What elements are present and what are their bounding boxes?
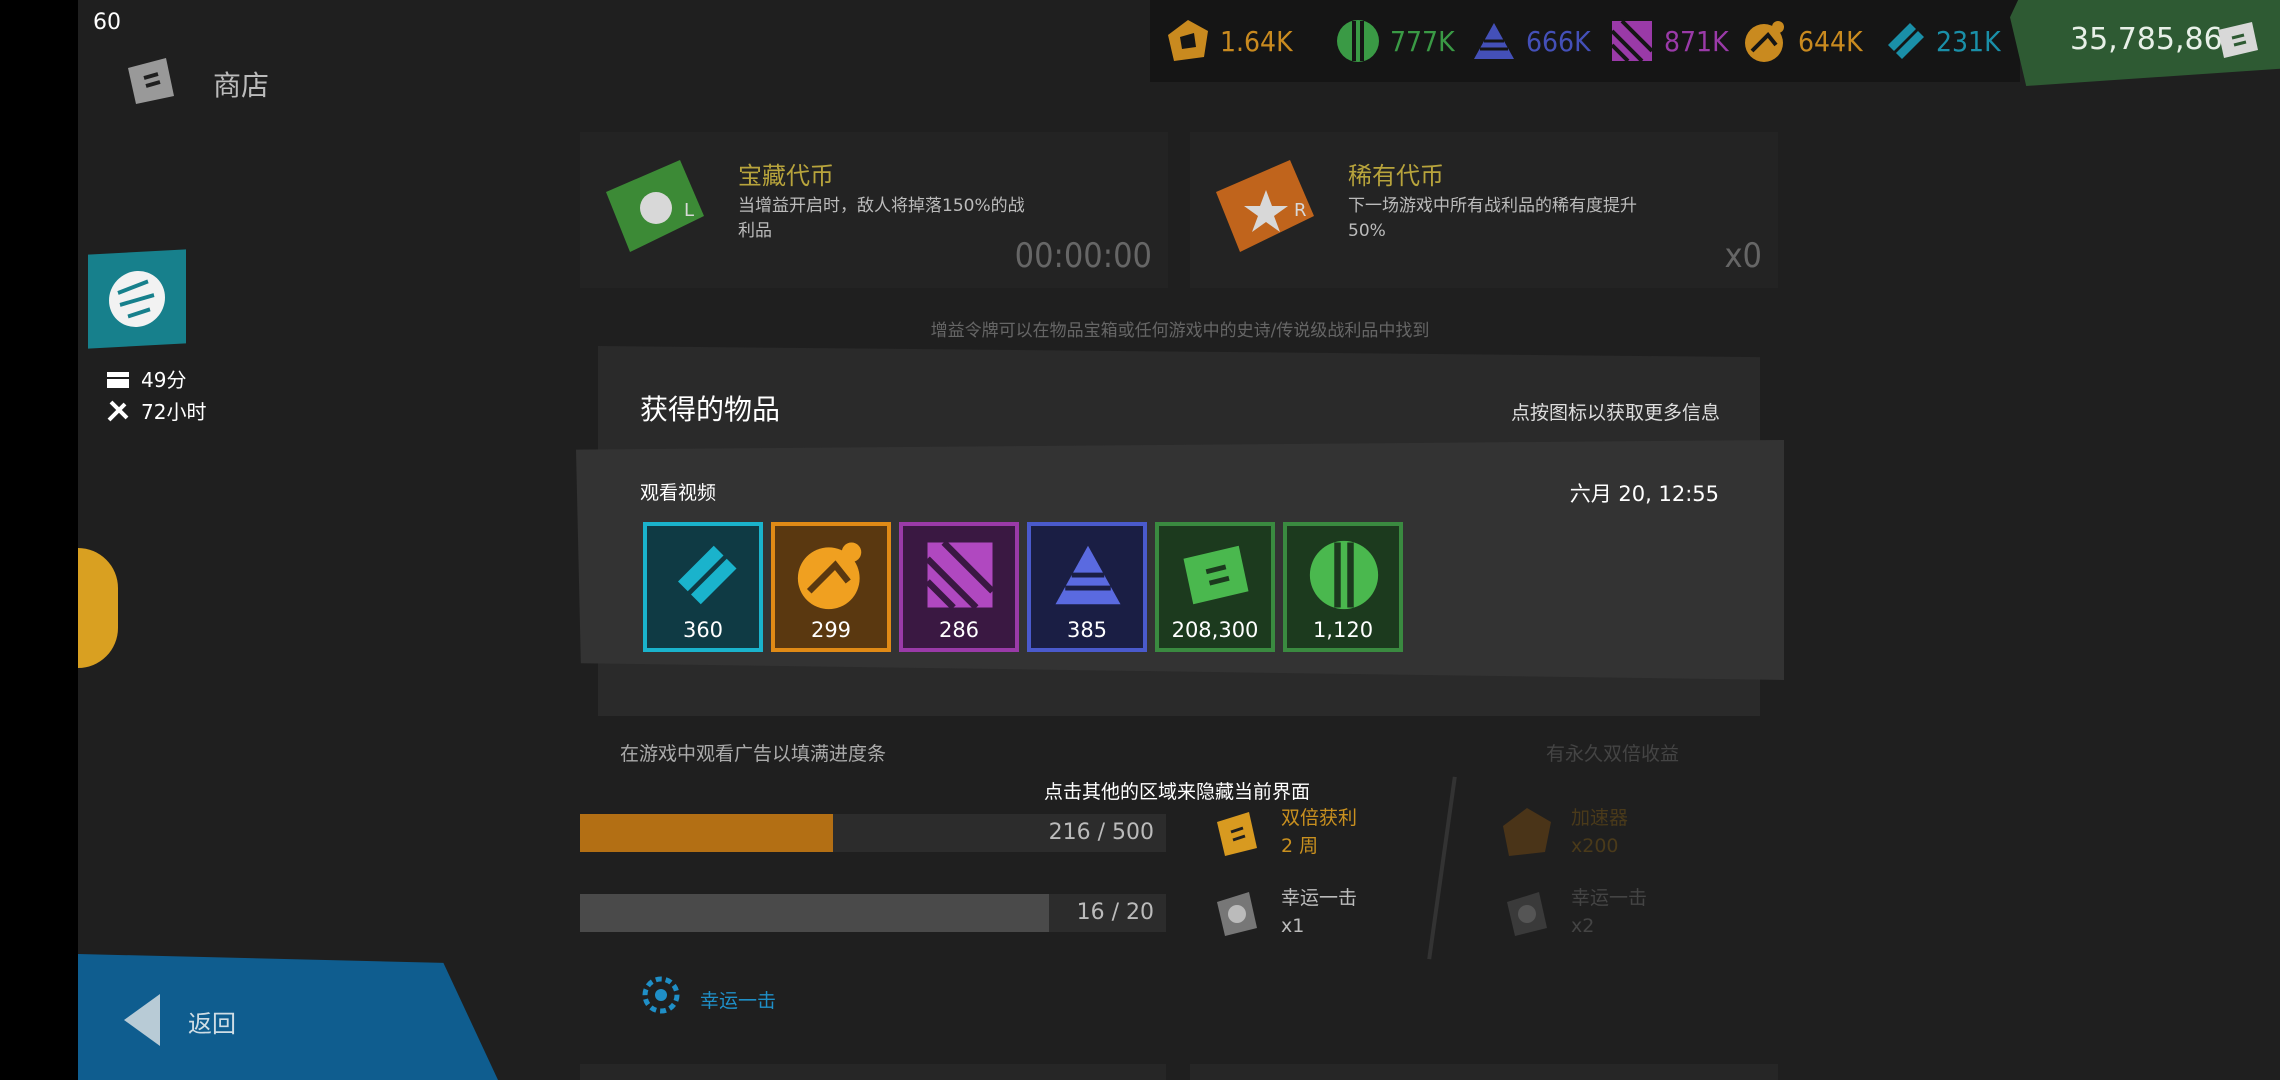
- reward-sub: x1: [1281, 915, 1305, 937]
- progress-text: 216 / 500: [1048, 820, 1154, 845]
- blue-triangle-icon: [1474, 23, 1514, 59]
- rare-ticket-icon: R: [1216, 160, 1314, 252]
- page-title: 商店: [213, 69, 270, 102]
- lucky-strike-link[interactable]: 幸运一击: [700, 986, 776, 1013]
- cyan-shard-icon: [678, 545, 737, 605]
- lucky-strike-reward: 幸运一击 x1: [1217, 884, 1358, 940]
- reward-sub: 2 周: [1281, 835, 1319, 857]
- reward-date: 六月 20, 12:55: [1569, 482, 1719, 506]
- reward-item[interactable]: 1,120: [1283, 522, 1403, 652]
- card-count: x0: [1724, 236, 1762, 276]
- reward-value: 360: [682, 618, 724, 642]
- popup-hint: 点按图标以获取更多信息: [1510, 402, 1720, 424]
- reward-sub: x200: [1571, 835, 1619, 857]
- reward-title: 双倍获利: [1281, 807, 1358, 829]
- card-title: 宝藏代币: [738, 162, 834, 190]
- back-arrow-icon[interactable]: [124, 994, 160, 1046]
- side-stat-value: 72小时: [141, 400, 207, 424]
- svg-text:L: L: [684, 200, 694, 221]
- resource-value: 231K: [1936, 24, 2001, 58]
- double-profit-icon: [1217, 812, 1257, 856]
- purple-stripes-icon: [1610, 19, 1654, 63]
- progress-fill: [580, 814, 834, 852]
- booster-icon: [1503, 808, 1551, 856]
- card-desc: 下一场游戏中所有战利品的稀有度提升50%: [1348, 196, 1637, 241]
- lucky-ticket-icon: [1507, 892, 1547, 936]
- reward-item[interactable]: 299: [771, 522, 891, 652]
- side-stat-hours: 72小时: [105, 396, 206, 425]
- bottom-card: [580, 1064, 1166, 1080]
- resource-blue-triangle[interactable]: 666K: [1470, 18, 1591, 64]
- tools-icon: [107, 400, 129, 421]
- resource-value: 644K: [1798, 24, 1863, 58]
- reward-item[interactable]: 208,300: [1155, 522, 1275, 652]
- shop-ticket-icon: [128, 58, 174, 104]
- progress-bar-double: 216 / 500: [580, 814, 1166, 852]
- reward-value: 385: [1066, 618, 1108, 642]
- fps-counter: 60: [93, 10, 121, 35]
- svg-text:R: R: [1294, 200, 1307, 221]
- treasure-token-card[interactable]: L 宝藏代币 当增益开启时，敌人将掉落150%的战利品 00:00:00: [580, 132, 1168, 288]
- green-emblem-icon: [1337, 20, 1379, 62]
- resource-purple-stripes[interactable]: 871K: [1608, 18, 1729, 64]
- lucky-strike-permanent: 幸运一击 x2: [1507, 884, 1648, 940]
- left-letterbox: [0, 0, 78, 1080]
- booster-reward: 加速器 x200: [1503, 804, 1629, 860]
- progress-text: 16 / 20: [1076, 900, 1154, 925]
- cyan-shard-icon: [1888, 23, 1924, 59]
- green-emblem-icon: [1309, 540, 1379, 610]
- close-hint: 点击其他的区域来隐藏当前界面: [1044, 781, 1311, 803]
- double-profit-reward: 双倍获利 2 周: [1217, 804, 1358, 860]
- lucky-wheel-icon[interactable]: [640, 974, 682, 1016]
- reward-title: 加速器: [1571, 807, 1629, 829]
- reward-item[interactable]: 286: [899, 522, 1019, 652]
- token-hint: 增益令牌可以在物品宝箱或任何游戏中的史诗/传说级战利品中找到: [930, 321, 1430, 341]
- resource-cyan-shard[interactable]: 231K: [1880, 18, 2001, 64]
- reward-source: 观看视频: [640, 482, 717, 504]
- progress-bar-lucky: 16 / 20: [580, 894, 1166, 932]
- treasure-ticket-icon: L: [606, 160, 704, 252]
- reward-value: 299: [810, 618, 852, 642]
- reward-item[interactable]: 385: [1027, 522, 1147, 652]
- back-label[interactable]: 返回: [188, 1004, 236, 1039]
- purple-stripes-icon: [925, 540, 995, 610]
- resource-value: 1.64K: [1220, 24, 1293, 58]
- reward-value: 208,300: [1171, 618, 1259, 642]
- orange-runner-icon: [797, 542, 862, 610]
- card-desc: 当增益开启时，敌人将掉落150%的战利品: [738, 196, 1025, 241]
- rare-token-card[interactable]: R 稀有代币 下一场游戏中所有战利品的稀有度提升50% x0: [1190, 132, 1778, 288]
- reward-value: 286: [938, 618, 980, 642]
- rank-token-icon: [1168, 20, 1208, 61]
- resource-value: 777K: [1390, 24, 1455, 58]
- reward-item[interactable]: 360: [643, 522, 763, 652]
- side-stat-value: 49分: [141, 368, 187, 392]
- side-stat-time: 49分: [105, 364, 186, 393]
- reward-sub: x2: [1571, 915, 1595, 937]
- blue-triangle-icon: [1055, 545, 1121, 605]
- resource-orange-runner[interactable]: 644K: [1742, 18, 1863, 64]
- lucky-ticket-icon: [1217, 892, 1257, 936]
- resource-rank-token[interactable]: 1.64K: [1164, 18, 1293, 64]
- reward-value: 1,120: [1312, 618, 1374, 642]
- fist-emblem-icon: [109, 270, 165, 328]
- permanent-double-label: 有永久双倍收益: [1546, 743, 1680, 765]
- resource-green-emblem[interactable]: 777K: [1334, 18, 1455, 64]
- popup-title: 获得的物品: [640, 393, 781, 426]
- card-title: 稀有代币: [1348, 162, 1444, 190]
- reward-title: 幸运一击: [1281, 887, 1358, 909]
- progress-fill: [580, 894, 1049, 932]
- cash-ticket-icon[interactable]: [2214, 16, 2262, 64]
- resource-value: 871K: [1664, 24, 1729, 58]
- orange-runner-icon: [1745, 21, 1784, 62]
- side-emblem-button[interactable]: [88, 249, 186, 349]
- card-timer: 00:00:00: [1014, 236, 1152, 276]
- reward-title: 幸运一击: [1571, 887, 1648, 909]
- chest-icon: [107, 371, 129, 388]
- bottom-card: [1190, 1064, 1778, 1080]
- resource-value: 666K: [1526, 24, 1591, 58]
- cash-ticket-icon: [1183, 545, 1249, 605]
- ad-instruction: 在游戏中观看广告以填满进度条: [620, 743, 887, 765]
